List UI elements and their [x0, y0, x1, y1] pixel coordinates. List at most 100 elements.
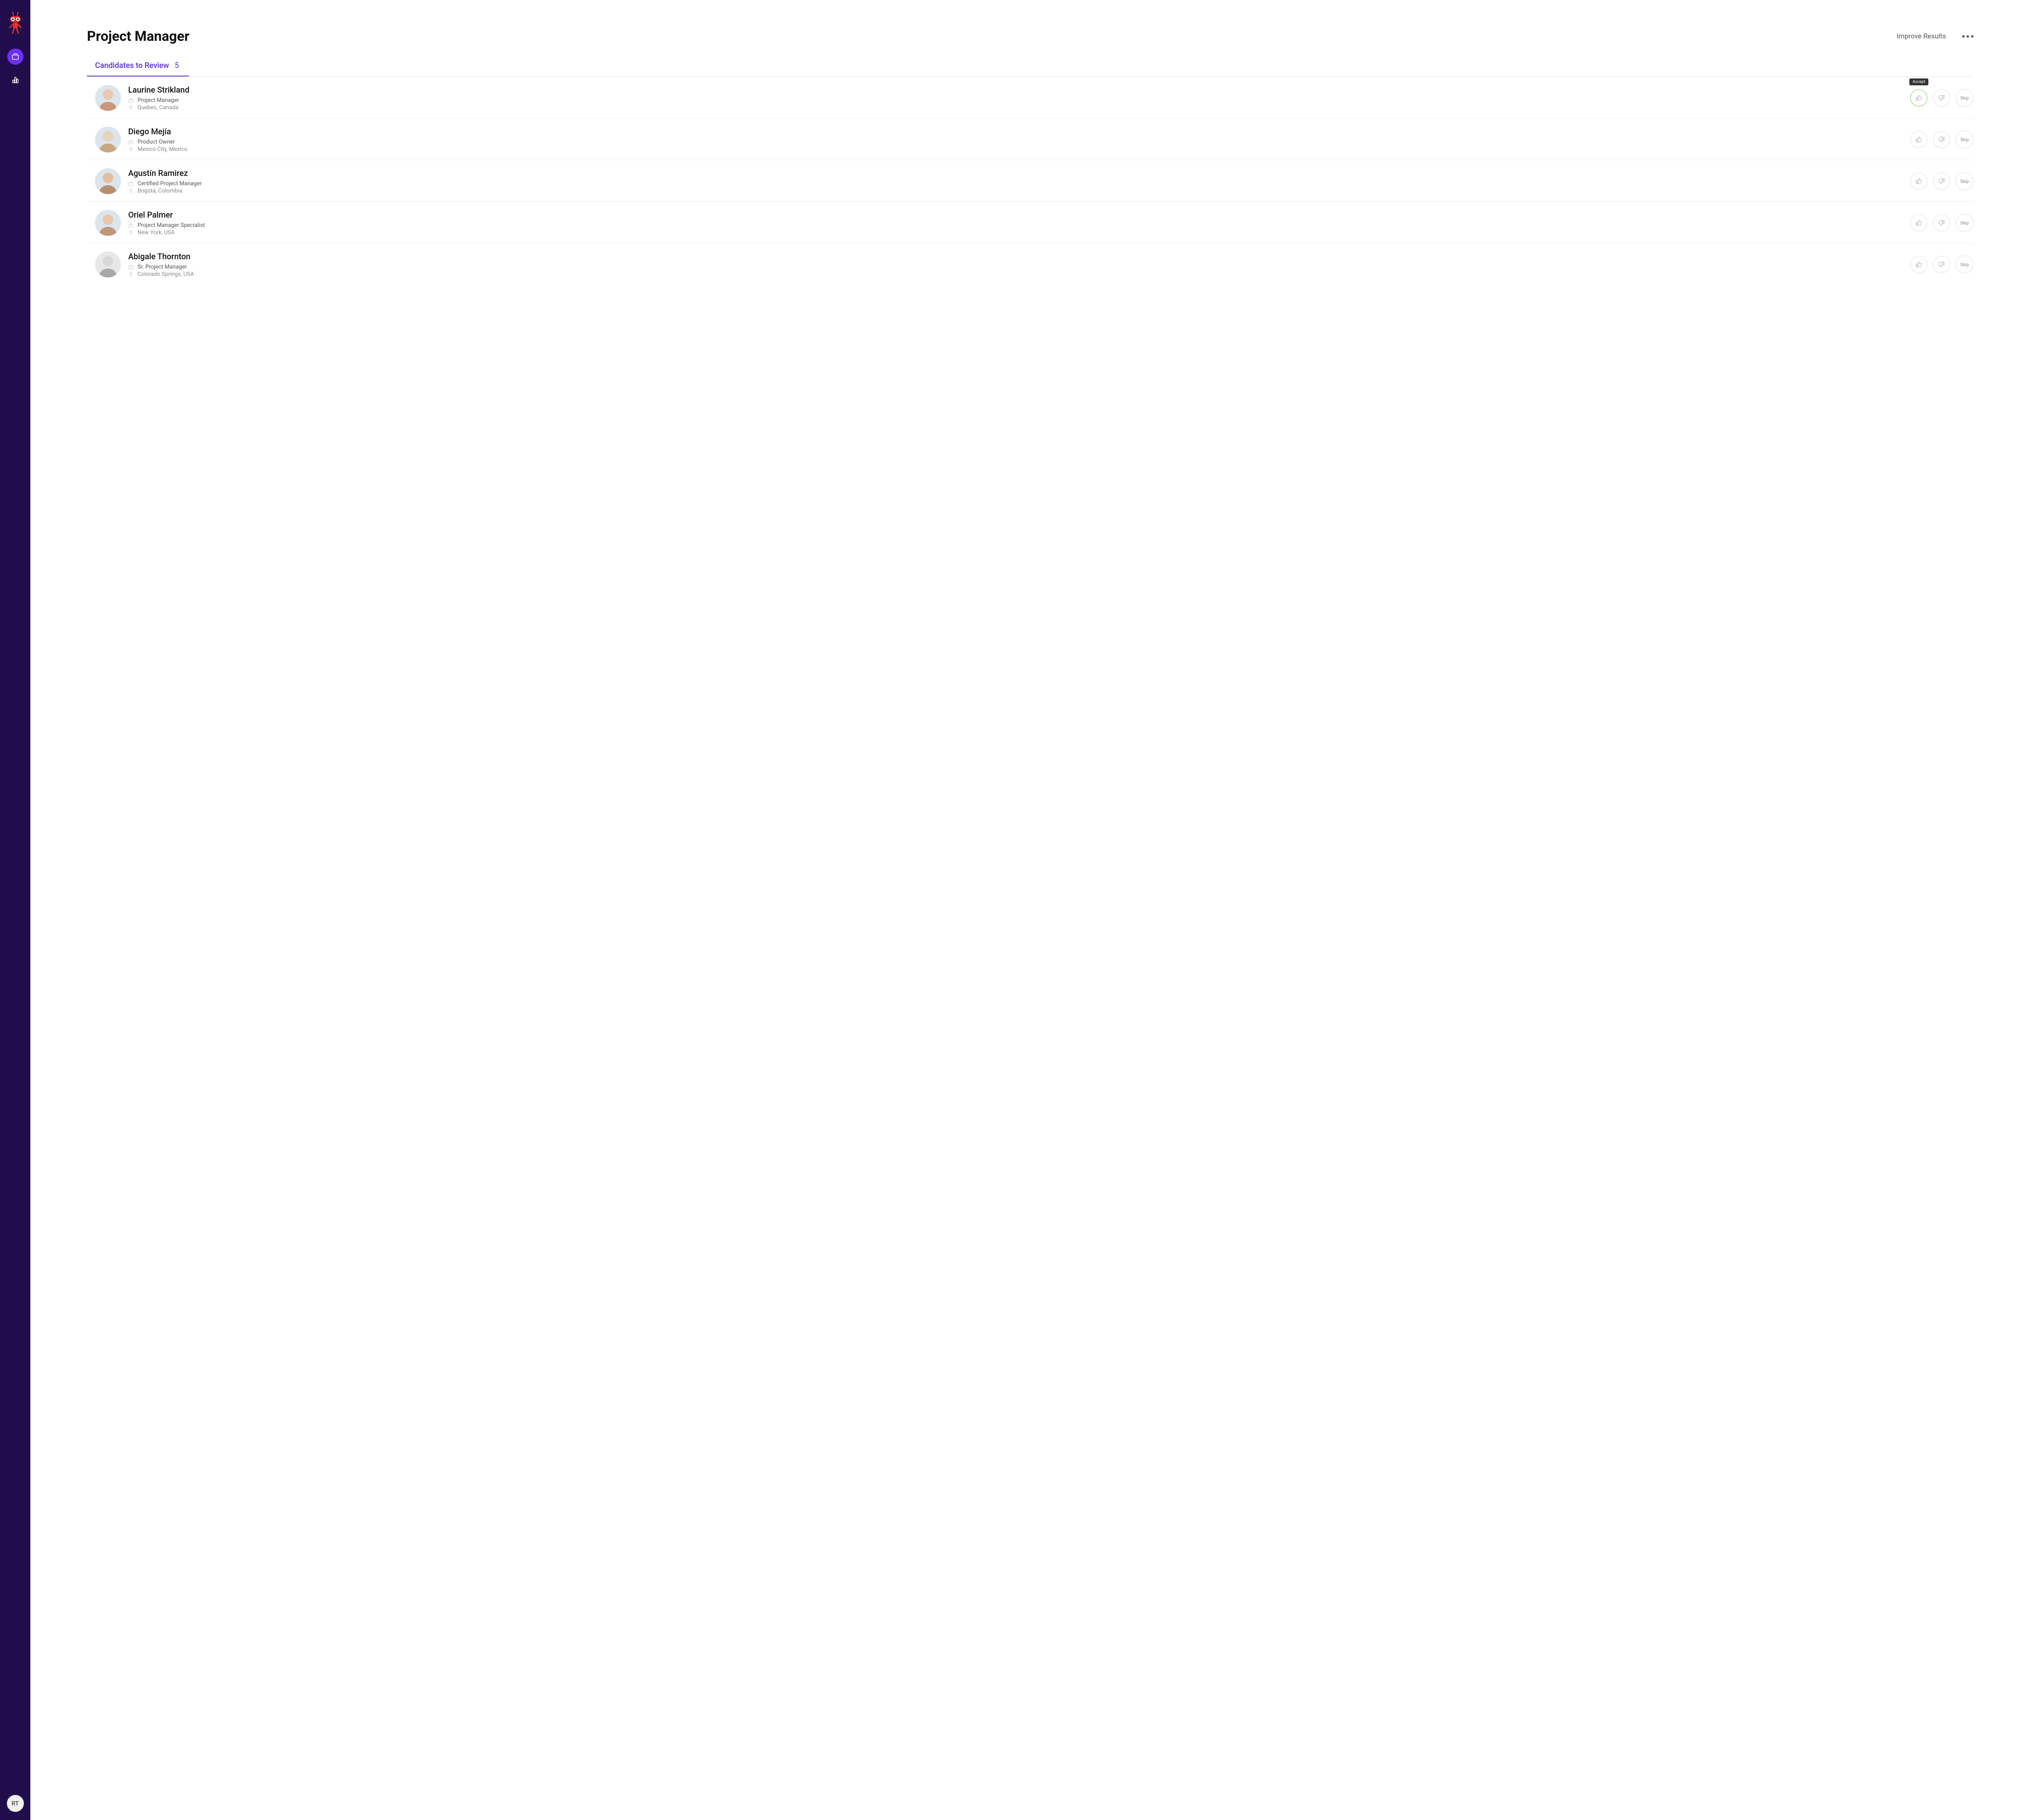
candidate-name: Agustín Ramirez [128, 168, 1910, 178]
page-title: Project Manager [87, 28, 189, 44]
candidate-info: Diego Mejía Product Owner Mexico City, M… [128, 127, 1910, 152]
improve-results-link[interactable]: Improve Results [1897, 32, 1946, 40]
briefcase-icon [128, 140, 133, 145]
reject-button[interactable] [1933, 131, 1950, 148]
candidate-location: Bogotá, Colombia [128, 188, 1910, 194]
dot-icon [1967, 35, 1969, 38]
skip-button[interactable]: Skip [1956, 172, 1973, 190]
skip-button[interactable]: Skip [1956, 89, 1973, 107]
thumbs-down-icon [1938, 261, 1945, 268]
candidate-avatar [95, 127, 121, 152]
candidate-role: Project Manager [128, 97, 1910, 104]
accept-tooltip: Accept [1909, 78, 1928, 85]
thumbs-up-icon [1915, 94, 1923, 102]
candidate-actions: Skip [1910, 256, 1973, 273]
candidate-info: Abigale Thornton Sr. Project Manager Col… [128, 252, 1910, 277]
page-header: Project Manager Improve Results [87, 28, 1973, 44]
candidate-row[interactable]: Laurine Strikland Project Manager Quebec… [87, 77, 1973, 119]
reject-button[interactable] [1933, 173, 1950, 190]
app-logo [7, 12, 23, 34]
candidate-row[interactable]: Diego Mejía Product Owner Mexico City, M… [87, 119, 1973, 160]
location-pin-icon [128, 230, 133, 235]
thumbs-down-icon [1938, 94, 1945, 102]
candidate-location: New York, USA [128, 229, 1910, 236]
sidebar: RT [0, 0, 30, 1820]
candidate-role: Product Owner [128, 139, 1910, 145]
candidate-role: Sr. Project Manager [128, 264, 1910, 270]
nav-jobs[interactable] [7, 49, 23, 65]
candidate-avatar [95, 168, 121, 194]
location-pin-icon [128, 147, 133, 152]
reject-button[interactable] [1933, 89, 1950, 106]
thumbs-down-icon [1938, 136, 1945, 143]
location-text: Colorado Springs, USA [137, 271, 194, 277]
role-text: Project Manager [137, 97, 179, 104]
thumbs-up-icon [1915, 178, 1923, 185]
tabs: Candidates to Review 5 [87, 61, 1973, 77]
tab-candidates-to-review[interactable]: Candidates to Review 5 [87, 61, 189, 76]
candidate-actions: Skip [1910, 214, 1973, 232]
candidate-actions: Skip [1910, 131, 1973, 148]
accept-button[interactable] [1910, 131, 1927, 148]
more-menu-button[interactable] [1962, 35, 1973, 38]
skip-button[interactable]: Skip [1956, 256, 1973, 273]
thumbs-up-icon [1915, 219, 1923, 226]
candidate-info: Agustín Ramirez Certified Project Manage… [128, 168, 1910, 194]
location-pin-icon [128, 188, 133, 194]
candidate-name: Laurine Strikland [128, 85, 1910, 95]
accept-button[interactable]: Accept [1910, 89, 1927, 106]
candidate-info: Laurine Strikland Project Manager Quebec… [128, 85, 1910, 111]
role-text: Sr. Project Manager [137, 264, 187, 270]
candidate-avatar [95, 252, 121, 277]
candidate-actions: Accept Skip [1910, 89, 1973, 107]
thumbs-down-icon [1938, 178, 1945, 185]
header-actions: Improve Results [1897, 32, 1973, 40]
candidate-name: Diego Mejía [128, 127, 1910, 136]
briefcase-icon [128, 181, 133, 186]
dot-icon [1962, 35, 1965, 38]
nav-analytics[interactable] [7, 72, 23, 88]
candidate-name: Abigale Thornton [128, 252, 1910, 261]
candidate-row[interactable]: Agustín Ramirez Certified Project Manage… [87, 160, 1973, 202]
skip-button[interactable]: Skip [1956, 214, 1973, 232]
reject-button[interactable] [1933, 214, 1950, 231]
reject-button[interactable] [1933, 256, 1950, 273]
bar-chart-icon [11, 76, 19, 84]
location-text: Bogotá, Colombia [137, 188, 182, 194]
candidate-avatar [95, 210, 121, 236]
thumbs-up-icon [1915, 136, 1923, 143]
tab-label: Candidates to Review [95, 61, 169, 70]
candidate-name: Oriel Palmer [128, 210, 1910, 220]
briefcase-icon [128, 223, 133, 228]
thumbs-up-icon [1915, 261, 1923, 268]
main-content: Project Manager Improve Results Candidat… [30, 0, 2022, 1820]
candidate-row[interactable]: Oriel Palmer Project Manager Specialist … [87, 202, 1973, 243]
accept-button[interactable] [1910, 256, 1927, 273]
candidate-role: Project Manager Specialist [128, 222, 1910, 229]
accept-button[interactable] [1910, 173, 1927, 190]
thumbs-down-icon [1938, 219, 1945, 226]
briefcase-icon [128, 265, 133, 270]
location-text: Quebec, Canada [137, 104, 178, 111]
candidate-location: Colorado Springs, USA [128, 271, 1910, 277]
role-text: Product Owner [137, 139, 175, 145]
tab-count: 5 [175, 61, 179, 70]
user-avatar-badge[interactable]: RT [7, 1795, 24, 1812]
candidate-row[interactable]: Abigale Thornton Sr. Project Manager Col… [87, 243, 1973, 285]
location-text: Mexico City, Mexico [137, 146, 187, 152]
role-text: Certified Project Manager [137, 180, 202, 187]
candidate-list: Laurine Strikland Project Manager Quebec… [87, 77, 1973, 285]
location-pin-icon [128, 105, 133, 110]
briefcase-icon [11, 53, 19, 61]
dot-icon [1971, 35, 1973, 38]
candidate-info: Oriel Palmer Project Manager Specialist … [128, 210, 1910, 236]
briefcase-icon [128, 98, 133, 103]
skip-button[interactable]: Skip [1956, 131, 1973, 148]
role-text: Project Manager Specialist [137, 222, 205, 229]
location-pin-icon [128, 272, 133, 277]
candidate-location: Quebec, Canada [128, 104, 1910, 111]
candidate-actions: Skip [1910, 172, 1973, 190]
location-text: New York, USA [137, 229, 175, 236]
candidate-location: Mexico City, Mexico [128, 146, 1910, 152]
accept-button[interactable] [1910, 214, 1927, 231]
